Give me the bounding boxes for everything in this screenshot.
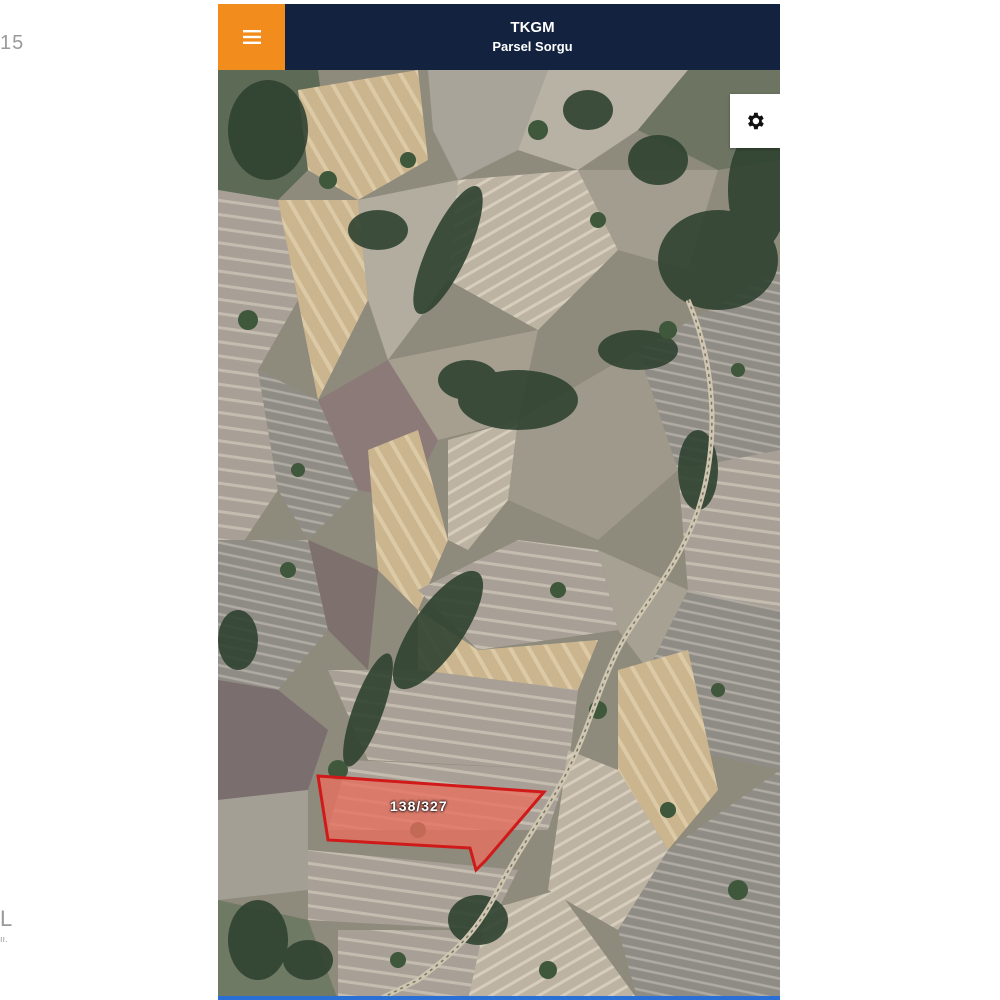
app-header: TKGM Parsel Sorgu (218, 4, 780, 70)
menu-button[interactable] (218, 4, 285, 70)
gear-icon (748, 112, 764, 130)
app-screen: TKGM Parsel Sorgu 138/327 (218, 4, 780, 1000)
header-titles: TKGM Parsel Sorgu (285, 4, 780, 70)
parcel-number-label: 138/327 (390, 798, 448, 814)
edge-small-text: ıı. (0, 934, 8, 944)
satellite-map[interactable] (218, 70, 780, 1000)
app-title: TKGM (510, 19, 555, 36)
edge-number: 15 (0, 32, 25, 54)
hamburger-icon (242, 30, 261, 44)
bottom-accent-bar (218, 996, 780, 1000)
edge-letter: L (0, 906, 13, 931)
settings-button[interactable] (730, 94, 780, 148)
app-subtitle: Parsel Sorgu (492, 39, 573, 54)
